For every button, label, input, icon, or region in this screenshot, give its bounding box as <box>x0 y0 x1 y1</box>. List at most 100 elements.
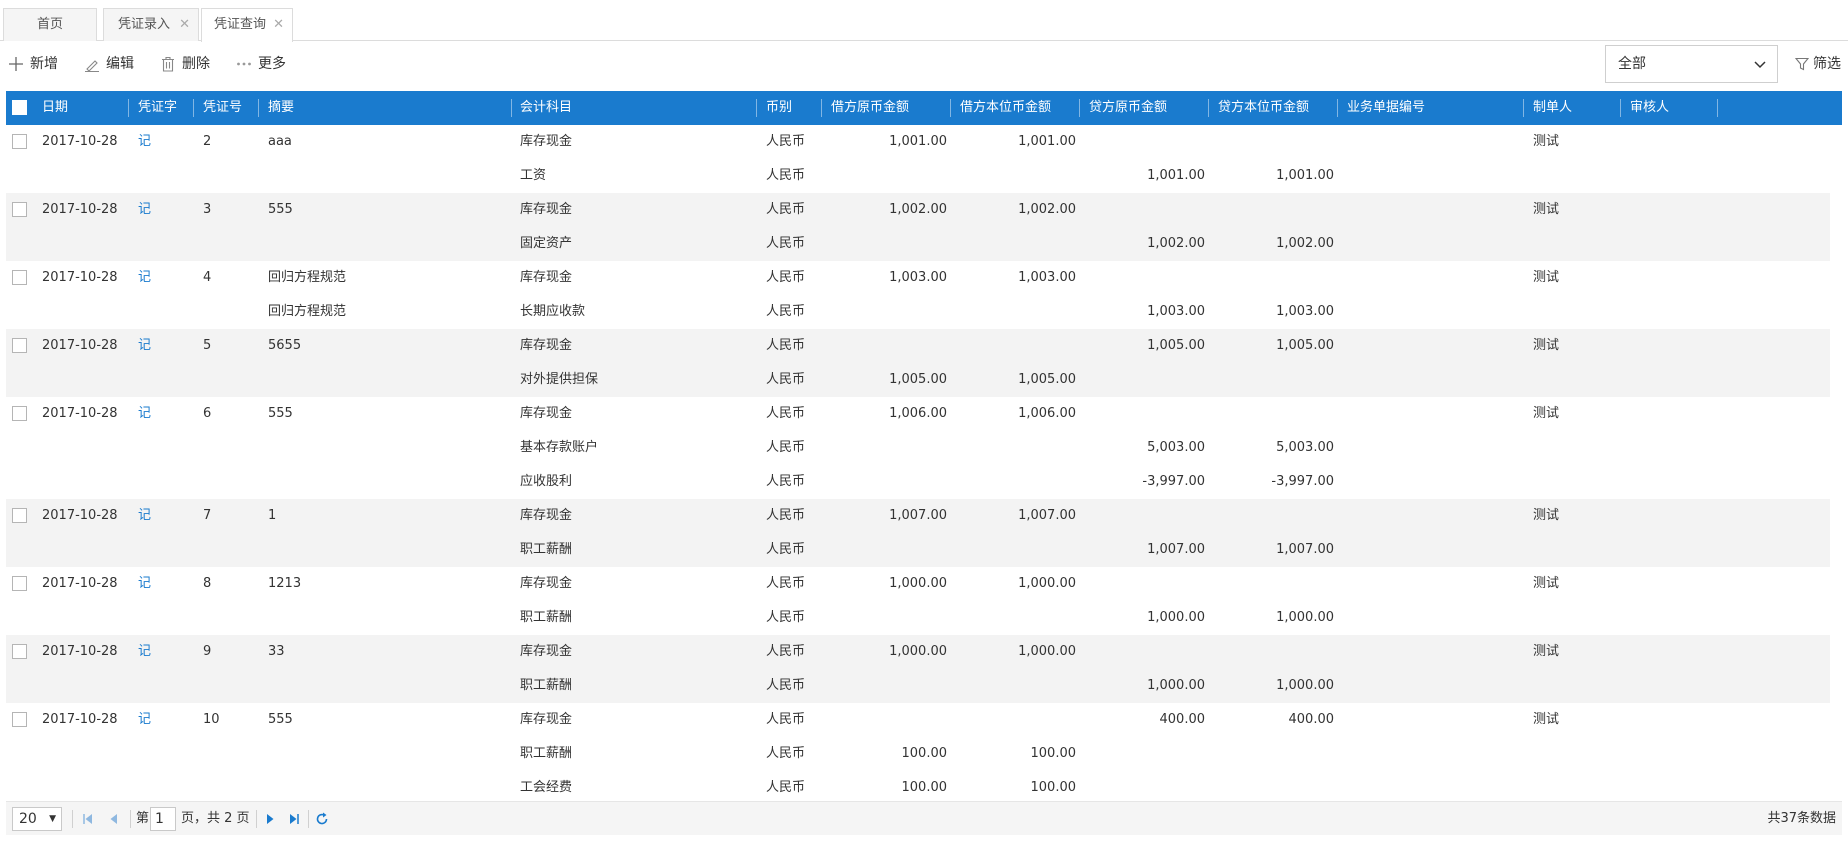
header-debit-orig[interactable]: 借方原币金额 <box>831 91 909 125</box>
voucher-group[interactable]: 2017-10-28 记 2 测试 aaa 库存现金 人民币 1,001.00 1,001.00… <box>6 125 1830 193</box>
add-button[interactable]: 新增 <box>8 42 62 86</box>
cell-credit-orig <box>1089 635 1205 669</box>
cell-credit-local: 1,002.00 <box>1276 236 1334 251</box>
cell-currency: 人民币 <box>766 372 806 387</box>
current-page-input[interactable]: 1 <box>150 807 176 831</box>
voucher-group[interactable]: 2017-10-28 记 5 测试 5655 库存现金 人民币 1,005.00 1,005.0… <box>6 329 1830 397</box>
next-page-icon[interactable] <box>262 811 278 827</box>
cell-credit-local <box>1218 261 1334 295</box>
edit-button-label: 编辑 <box>106 56 134 72</box>
cell-account: 职工薪酬 <box>520 678 573 693</box>
cell-account: 职工薪酬 <box>520 542 573 557</box>
voucher-word-link[interactable]: 记 <box>138 635 151 669</box>
row-checkbox[interactable] <box>12 644 27 659</box>
header-maker[interactable]: 制单人 <box>1533 91 1572 125</box>
header-biz-no[interactable]: 业务单据编号 <box>1347 91 1425 125</box>
page-size-select[interactable]: 20 ▼ <box>12 807 62 831</box>
cell-credit-local: -3,997.00 <box>1271 474 1334 489</box>
voucher-group[interactable]: 2017-10-28 记 7 测试 1 库存现金 人民币 1,007.00 1,007.00 职工… <box>6 499 1830 567</box>
cell-debit-local <box>960 601 1076 635</box>
header-account[interactable]: 会计科目 <box>520 91 572 125</box>
cell-account: 工会经费 <box>520 780 573 795</box>
cell-credit-local <box>1218 635 1334 669</box>
tab-voucher-entry[interactable]: 凭证录入 ✕ <box>103 8 199 41</box>
cell-currency: 人民币 <box>766 644 806 659</box>
row-checkbox[interactable] <box>12 576 27 591</box>
header-currency[interactable]: 币别 <box>766 91 792 125</box>
first-page-icon[interactable] <box>80 811 96 827</box>
header-summary[interactable]: 摘要 <box>268 91 294 125</box>
cell-currency: 人民币 <box>766 610 806 625</box>
status-select[interactable]: 全部 <box>1605 45 1778 83</box>
cell-date: 2017-10-28 <box>42 712 118 727</box>
header-debit-local[interactable]: 借方本位币金额 <box>960 91 1051 125</box>
edit-button[interactable]: 编辑 <box>84 42 138 86</box>
header-credit-local[interactable]: 贷方本位币金额 <box>1218 91 1309 125</box>
cell-credit-orig: 1,005.00 <box>1147 338 1205 353</box>
row-checkbox[interactable] <box>12 134 27 149</box>
voucher-group[interactable]: 2017-10-28 记 4 测试 回归方程规范 库存现金 人民币 1,003.00 1,003… <box>6 261 1830 329</box>
row-checkbox[interactable] <box>12 406 27 421</box>
cell-maker: 测试 <box>1533 270 1560 285</box>
filter-button-label: 筛选 <box>1813 56 1841 72</box>
row-checkbox[interactable] <box>12 508 27 523</box>
cell-summary: 回归方程规范 <box>268 270 347 285</box>
tab-voucher-query[interactable]: 凭证查询 ✕ <box>201 8 293 42</box>
cell-debit-orig <box>831 227 947 261</box>
tab-home-label: 首页 <box>36 17 63 32</box>
cell-credit-local: 1,001.00 <box>1276 168 1334 183</box>
row-checkbox[interactable] <box>12 338 27 353</box>
voucher-word-link[interactable]: 记 <box>138 499 151 533</box>
cell-date: 2017-10-28 <box>42 338 118 353</box>
voucher-word-link[interactable]: 记 <box>138 703 151 737</box>
cell-credit-orig: 1,002.00 <box>1147 236 1205 251</box>
header-date[interactable]: 日期 <box>42 91 68 125</box>
cell-summary: 555 <box>268 406 293 421</box>
cell-summary: 33 <box>268 644 285 659</box>
add-button-label: 新增 <box>30 56 58 72</box>
delete-button[interactable]: 删除 <box>160 42 214 86</box>
cell-debit-local <box>960 159 1076 193</box>
voucher-word-link[interactable]: 记 <box>138 397 151 431</box>
select-all-checkbox[interactable] <box>12 100 27 115</box>
prev-page-icon[interactable] <box>106 811 122 827</box>
voucher-group[interactable]: 2017-10-28 记 6 测试 555 库存现金 人民币 1,006.00 1,006.00… <box>6 397 1830 499</box>
row-checkbox[interactable] <box>12 202 27 217</box>
cell-summary <box>268 771 508 801</box>
voucher-word-link[interactable]: 记 <box>138 261 151 295</box>
voucher-group[interactable]: 2017-10-28 记 3 测试 555 库存现金 人民币 1,002.00 1,002.00… <box>6 193 1830 261</box>
header-voucher-no[interactable]: 凭证号 <box>203 91 242 125</box>
cell-credit-orig <box>1089 737 1205 771</box>
last-page-icon[interactable] <box>286 811 302 827</box>
cell-maker: 测试 <box>1533 406 1560 421</box>
cell-maker: 测试 <box>1533 508 1560 523</box>
cell-currency: 人民币 <box>766 678 806 693</box>
refresh-icon[interactable] <box>314 811 330 827</box>
close-icon[interactable]: ✕ <box>273 9 284 41</box>
more-dots-icon <box>237 62 251 66</box>
cell-account: 基本存款账户 <box>520 440 599 455</box>
voucher-word-link[interactable]: 记 <box>138 193 151 227</box>
vertical-scrollbar[interactable] <box>1830 125 1842 801</box>
voucher-word-link[interactable]: 记 <box>138 329 151 363</box>
more-button[interactable]: 更多 <box>236 42 290 86</box>
header-voucher-word[interactable]: 凭证字 <box>138 91 177 125</box>
header-credit-orig[interactable]: 贷方原币金额 <box>1089 91 1167 125</box>
cell-credit-orig: 1,000.00 <box>1147 678 1205 693</box>
cell-debit-local: 1,003.00 <box>1018 270 1076 285</box>
cell-summary: 5655 <box>268 338 302 353</box>
voucher-group[interactable]: 2017-10-28 记 8 测试 1213 库存现金 人民币 1,000.00 1,000.0… <box>6 567 1830 635</box>
header-reviewer[interactable]: 审核人 <box>1630 91 1669 125</box>
close-icon[interactable]: ✕ <box>179 9 190 41</box>
tab-home[interactable]: 首页 <box>3 8 97 41</box>
voucher-word-link[interactable]: 记 <box>138 125 151 159</box>
voucher-group[interactable]: 2017-10-28 记 10 测试 555 库存现金 人民币 400.00 400.00 职工薪… <box>6 703 1830 801</box>
cell-account: 对外提供担保 <box>520 372 599 387</box>
cell-date: 2017-10-28 <box>42 508 118 523</box>
row-checkbox[interactable] <box>12 270 27 285</box>
cell-maker: 测试 <box>1533 338 1560 353</box>
voucher-word-link[interactable]: 记 <box>138 567 151 601</box>
cell-debit-orig <box>831 465 947 499</box>
row-checkbox[interactable] <box>12 712 27 727</box>
voucher-group[interactable]: 2017-10-28 记 9 测试 33 库存现金 人民币 1,000.00 1,000.00 职… <box>6 635 1830 703</box>
